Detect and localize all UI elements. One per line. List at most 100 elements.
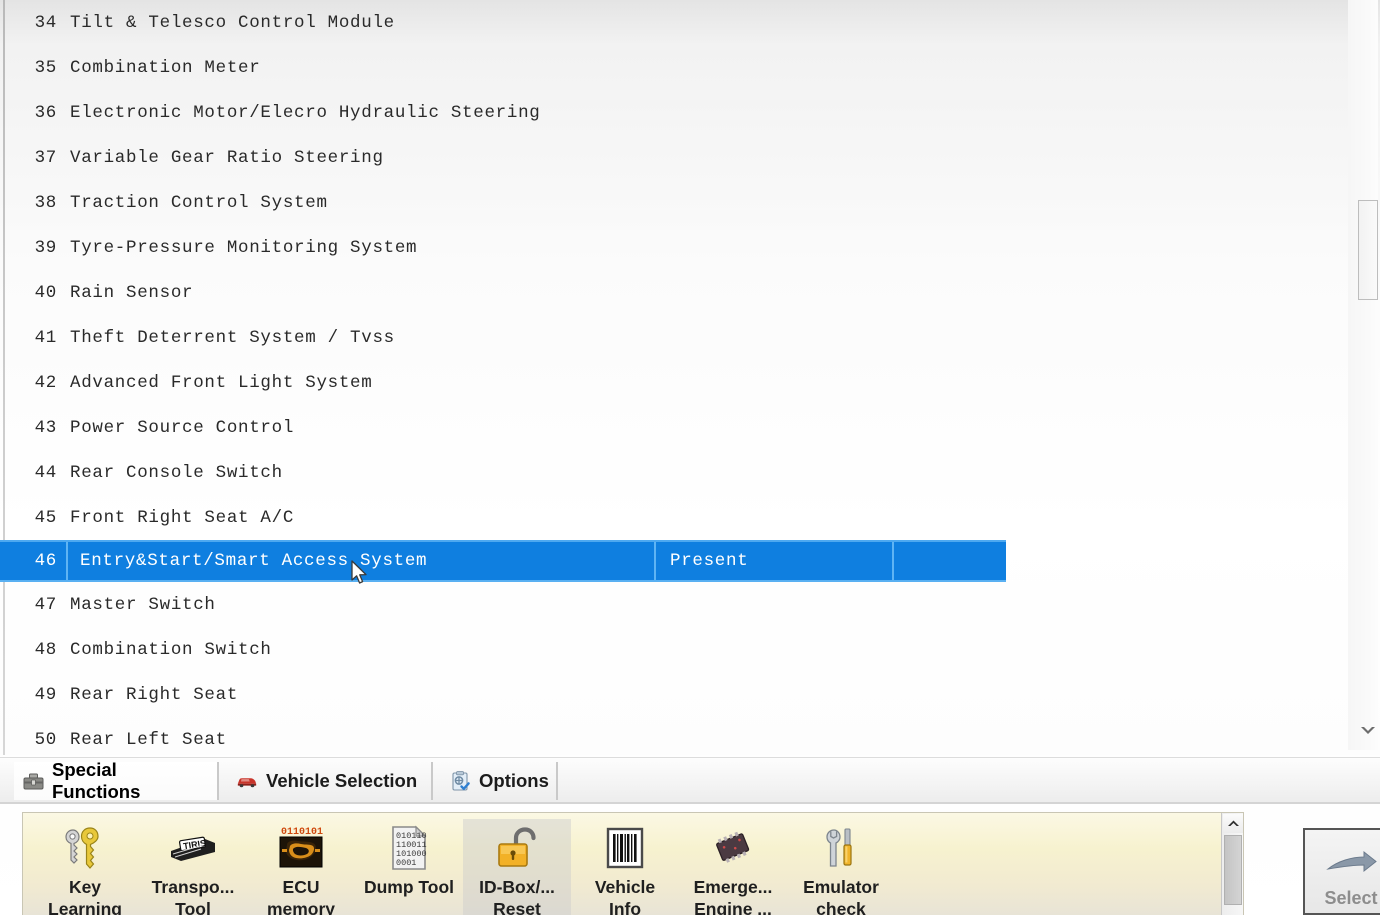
ecu-row-name: Master Switch [70, 594, 216, 615]
toolbar-scroll-up-button[interactable] [1223, 814, 1243, 833]
ecu-list-row[interactable]: 45 Front Right Seat A/C [0, 495, 1345, 540]
ecu-row-status: Present [656, 542, 894, 580]
ecu-row-name: Variable Gear Ratio Steering [70, 147, 384, 168]
app-window: 34 Tilt & Telesco Control Module 35 Combina… [0, 0, 1380, 915]
barcode-icon [599, 823, 651, 873]
wrench-screwdriver-icon [815, 823, 867, 873]
ecu-row-name: Entry&Start/Smart Access System [66, 542, 656, 580]
ecu-list-row[interactable]: 39 Tyre-Pressure Monitoring System [0, 225, 1345, 270]
tab-special-functions-label: Special Functions [52, 759, 141, 802]
ecu-row-number: 35 [34, 57, 57, 78]
ecu-list-scrollbar[interactable] [1348, 0, 1378, 750]
ecu-list-row[interactable]: 35 Combination Meter [0, 45, 1345, 90]
ecu-list-row[interactable]: 49 Rear Right Seat [0, 672, 1345, 717]
tab-special-functions[interactable]: Special Functions [14, 759, 219, 802]
ecu-row-name: Combination Switch [70, 639, 272, 660]
ecu-list-row[interactable]: 50 Rear Left Seat [0, 717, 1345, 755]
ecu-row-number: 48 [34, 639, 57, 660]
ecu-list-row[interactable]: 34 Tilt & Telesco Control Module [0, 0, 1345, 45]
ecu-memory-icon: 0110101 [275, 823, 327, 873]
tab-vehicle-selection-label: Vehicle Selection [266, 770, 418, 791]
ecu-list-panel[interactable]: 34 Tilt & Telesco Control Module 35 Combina… [0, 0, 1380, 755]
special-functions-toolbar: Key Learning TIRIS Transpo... Tool 0110101 E… [22, 812, 1244, 915]
ecu-row-extra-cell [894, 542, 972, 580]
ecu-row-number: 43 [34, 417, 57, 438]
ecu-row-number: 49 [34, 684, 57, 705]
toolbar-item[interactable]: Vehicle Info [571, 819, 679, 915]
ecu-row-number: 37 [34, 147, 57, 168]
ecu-row-number: 41 [34, 327, 57, 348]
keys-icon [59, 823, 111, 873]
ecu-list-scrollbar-thumb[interactable] [1358, 200, 1378, 300]
ecu-row-number: 40 [34, 282, 57, 303]
toolbar-item[interactable]: TIRIS Transpo... Tool [139, 819, 247, 915]
ecu-list-row[interactable]: 41 Theft Deterrent System / Tvss [0, 315, 1345, 360]
tab-options-label: Options [479, 770, 549, 791]
toolbar-scrollbar[interactable] [1221, 813, 1243, 915]
toolbar-item-label: ECU memory [266, 877, 336, 915]
toolbar-item[interactable]: ID-Box/... Reset [463, 819, 571, 915]
toolbox-icon [22, 770, 44, 792]
toolbar-item[interactable]: Key Learning [31, 819, 139, 915]
ecu-row-number: 38 [34, 192, 57, 213]
ecu-list-row[interactable]: 44 Rear Console Switch [0, 450, 1345, 495]
tab-bar: Special Functions Vehicle Selection Opti… [0, 757, 1380, 804]
ecu-row-name: Rear Left Seat [70, 729, 227, 750]
svg-text:0110101: 0110101 [281, 827, 323, 838]
chevron-up-icon [1227, 820, 1239, 826]
toolbar-item-label: Key Learning [48, 877, 122, 915]
ecu-row-name: Combination Meter [70, 57, 261, 78]
ecu-row-number: 50 [34, 729, 57, 750]
tab-vehicle-selection[interactable]: Vehicle Selection [228, 762, 433, 800]
toolbar-item-label: Vehicle Info [594, 877, 656, 915]
ecu-row-name: Rear Console Switch [70, 462, 283, 483]
ecu-row-name: Tyre-Pressure Monitoring System [70, 237, 418, 258]
ecu-row-name: Rain Sensor [70, 282, 194, 303]
car-icon [236, 770, 258, 792]
ecu-list-scroll-down-button[interactable] [1356, 720, 1380, 742]
svg-text:0001: 0001 [396, 858, 416, 868]
ecu-row-name: Rear Right Seat [70, 684, 239, 705]
ecu-list-row[interactable]: 42 Advanced Front Light System [0, 360, 1345, 405]
toolbar-item[interactable]: 010110 110011 101000 0001 Dump Tool [355, 819, 463, 898]
ecu-row-number: 47 [34, 594, 57, 615]
ecu-list-row-selected[interactable]: 46 Entry&Start/Smart Access System Present [0, 540, 1006, 582]
ecu-list-rows: 34 Tilt & Telesco Control Module 35 Combina… [0, 0, 1345, 755]
chip-icon [707, 823, 759, 873]
ecu-row-name: Theft Deterrent System / Tvss [70, 327, 395, 348]
dump-file-icon: 010110 110011 101000 0001 [383, 823, 435, 873]
ecu-row-name: Front Right Seat A/C [70, 507, 295, 528]
toolbar-item[interactable]: Emulator check [787, 819, 895, 915]
ecu-row-number: 34 [34, 12, 57, 33]
toolbar-scrollbar-thumb[interactable] [1224, 835, 1242, 905]
ecu-list-row[interactable]: 47 Master Switch [0, 582, 1345, 627]
ecu-list-row[interactable]: 48 Combination Switch [0, 627, 1345, 672]
ecu-row-name: Tilt & Telesco Control Module [70, 12, 395, 33]
toolbar-item[interactable]: Emerge... Engine ... [679, 819, 787, 915]
ecu-row-name: Electronic Motor/Elecro Hydraulic Steeri… [70, 102, 541, 123]
ecu-list-row[interactable]: 37 Variable Gear Ratio Steering [0, 135, 1345, 180]
toolbar-item-label: Transpo... Tool [151, 877, 235, 915]
select-button-label: Select [1324, 888, 1378, 908]
ecu-list-row[interactable]: 43 Power Source Control [0, 405, 1345, 450]
ecu-list-row[interactable]: 36 Electronic Motor/Elecro Hydraulic Stee… [0, 90, 1345, 135]
ecu-row-name: Advanced Front Light System [70, 372, 373, 393]
toolbar-item-label: Dump Tool [363, 877, 455, 897]
select-button[interactable]: Select [1303, 828, 1380, 915]
ecu-list-row[interactable]: 40 Rain Sensor [0, 270, 1345, 315]
toolbar-item-label: Emerge... Engine ... [693, 877, 773, 915]
ecu-row-name: Power Source Control [70, 417, 295, 438]
toolbar-item[interactable]: 0110101 ECU memory [247, 819, 355, 915]
chevron-down-icon [1361, 727, 1375, 734]
ecu-row-name: Traction Control System [70, 192, 328, 213]
ecu-list-row[interactable]: 38 Traction Control System [0, 180, 1345, 225]
toolbar-item-label: Emulator check [803, 877, 879, 915]
settings-clipboard-icon [449, 770, 471, 792]
tab-options[interactable]: Options [441, 762, 558, 800]
toolbar-items: Key Learning TIRIS Transpo... Tool 0110101 E… [31, 819, 895, 915]
arrow-right-icon [1324, 848, 1378, 882]
tiris-transponder-icon: TIRIS [167, 823, 219, 873]
tab-bar-underline [0, 802, 1380, 804]
ecu-row-number: 46 [34, 551, 57, 571]
ecu-row-number: 36 [34, 102, 57, 123]
